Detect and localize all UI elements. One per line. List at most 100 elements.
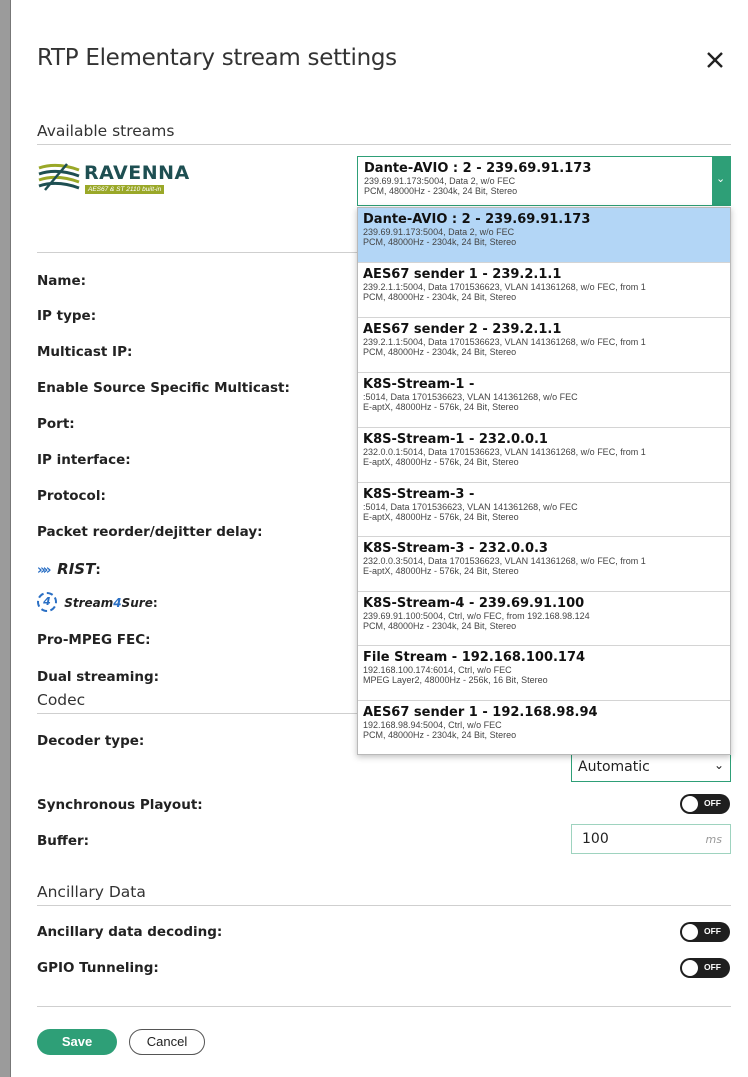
gpio-tunneling-toggle[interactable]: OFF — [680, 958, 730, 978]
stream-option[interactable]: AES67 sender 2 - 239.2.1.1 239.2.1.1:500… — [358, 318, 730, 373]
stream-option[interactable]: K8S-Stream-4 - 239.69.91.100 239.69.91.1… — [358, 592, 730, 646]
gpio-tunneling-label: GPIO Tunneling: — [37, 960, 159, 976]
ravenna-logo-badge: AES67 & ST 2110 built-in — [85, 185, 165, 194]
stream-option-line2: PCM, 48000Hz - 2304k, 24 Bit, Stereo — [363, 730, 517, 740]
stream4sure-logo: Stream4Sure — [64, 596, 153, 610]
stream-option-line2: PCM, 48000Hz - 2304k, 24 Bit, Stereo — [363, 292, 517, 302]
port-label: Port: — [37, 416, 75, 432]
stream4sure-logo-c: Sure — [121, 596, 153, 610]
rist-label-suffix: : — [95, 562, 101, 578]
codec-heading: Codec — [37, 691, 86, 709]
stream-option[interactable]: K8S-Stream-3 - :5014, Data 1701536623, V… — [358, 483, 730, 537]
protocol-label: Protocol: — [37, 488, 106, 504]
toggle-state: OFF — [704, 962, 721, 972]
stream-option[interactable]: AES67 sender 1 - 192.168.98.94 192.168.9… — [358, 701, 730, 754]
stream-option-title: K8S-Stream-3 - — [363, 487, 475, 502]
name-label: Name: — [37, 273, 87, 289]
stream-select-title: Dante-AVIO : 2 - 239.69.91.173 — [364, 161, 592, 176]
rist-label: »» RIST: — [37, 560, 101, 578]
chevron-down-icon: ⌄ — [716, 173, 726, 185]
stream-option-line1: 232.0.0.1:5014, Data 1701536623, VLAN 14… — [363, 447, 646, 457]
stream-option-line2: PCM, 48000Hz - 2304k, 24 Bit, Stereo — [363, 347, 517, 357]
stream-settings-dialog: RTP Elementary stream settings Available… — [10, 0, 748, 1077]
stream4sure-label-suffix: : — [152, 596, 158, 610]
chevron-down-icon: ⌄ — [713, 758, 724, 772]
toggle-state: OFF — [704, 926, 721, 936]
stream4sure-badge-icon: 4 — [37, 592, 57, 612]
save-button[interactable]: Save — [37, 1029, 117, 1055]
stream4sure-label: 4 Stream4Sure: — [37, 592, 158, 612]
ip-interface-label: IP interface: — [37, 452, 131, 468]
ancillary-decoding-toggle[interactable]: OFF — [680, 922, 730, 942]
stream-option-title: AES67 sender 2 - 239.2.1.1 — [363, 322, 562, 337]
stream-option[interactable]: K8S-Stream-3 - 232.0.0.3 232.0.0.3:5014,… — [358, 537, 730, 592]
ancillary-heading: Ancillary Data — [37, 883, 146, 901]
stream-option[interactable]: File Stream - 192.168.100.174 192.168.10… — [358, 646, 730, 701]
decoder-type-value: Automatic — [578, 759, 650, 775]
stream-option[interactable]: AES67 sender 1 - 239.2.1.1 239.2.1.1:500… — [358, 263, 730, 318]
stream-option-line1: 239.69.91.100:5004, Ctrl, w/o FEC, from … — [363, 611, 590, 621]
stream-select-line2: PCM, 48000Hz - 2304k, 24 Bit, Stereo — [364, 186, 518, 196]
buffer-unit: ms — [705, 833, 722, 846]
stream-option-title: K8S-Stream-3 - 232.0.0.3 — [363, 541, 548, 556]
ancillary-decoding-label: Ancillary data decoding: — [37, 924, 223, 940]
stream4sure-badge-text: 4 — [43, 595, 51, 608]
toggle-knob — [682, 796, 698, 812]
stream-option-line2: E-aptX, 48000Hz - 576k, 24 Bit, Stereo — [363, 566, 519, 576]
cancel-button[interactable]: Cancel — [129, 1029, 205, 1055]
stream4sure-logo-b: 4 — [113, 596, 122, 610]
stream-option-title: K8S-Stream-4 - 239.69.91.100 — [363, 596, 585, 611]
stream4sure-logo-a: Stream — [64, 596, 114, 610]
stream-option-title: Dante-AVIO : 2 - 239.69.91.173 — [363, 212, 591, 227]
multicast-ip-label: Multicast IP: — [37, 344, 133, 360]
pro-mpeg-fec-label: Pro-MPEG FEC: — [37, 632, 151, 648]
stream-option-title: AES67 sender 1 - 239.2.1.1 — [363, 267, 562, 282]
buffer-value: 100 — [582, 831, 609, 847]
stream-option-line1: 239.2.1.1:5004, Data 1701536623, VLAN 14… — [363, 282, 646, 292]
ravenna-logo-text: RAVENNA — [84, 162, 190, 184]
stream-dropdown-list[interactable]: Dante-AVIO : 2 - 239.69.91.173 239.69.91… — [357, 207, 731, 755]
stream-option-line2: PCM, 48000Hz - 2304k, 24 Bit, Stereo — [363, 621, 517, 631]
buffer-label: Buffer: — [37, 833, 90, 849]
ip-type-label: IP type: — [37, 308, 97, 324]
stream-option-line1: :5014, Data 1701536623, VLAN 141361268, … — [363, 502, 578, 512]
stream-option-line2: E-aptX, 48000Hz - 576k, 24 Bit, Stereo — [363, 402, 519, 412]
dual-streaming-label: Dual streaming: — [37, 669, 160, 685]
sync-playout-toggle[interactable]: OFF — [680, 794, 730, 814]
toggle-state: OFF — [704, 798, 721, 808]
stream-option-line1: 192.168.100.174:6014, Ctrl, w/o FEC — [363, 665, 512, 675]
stream-option-line1: 192.168.98.94:5004, Ctrl, w/o FEC — [363, 720, 502, 730]
stream-option-title: K8S-Stream-1 - — [363, 377, 475, 392]
buffer-input[interactable]: 100 ms — [571, 824, 731, 854]
divider — [37, 144, 731, 145]
divider — [37, 252, 357, 253]
stream-option-line1: :5014, Data 1701536623, VLAN 141361268, … — [363, 392, 578, 402]
sync-playout-label: Synchronous Playout: — [37, 797, 203, 813]
stream-option-line2: E-aptX, 48000Hz - 576k, 24 Bit, Stereo — [363, 457, 519, 467]
divider — [37, 1006, 731, 1007]
stream-option-line1: 239.69.91.173:5004, Data 2, w/o FEC — [363, 227, 515, 237]
stream-option-title: AES67 sender 1 - 192.168.98.94 — [363, 705, 598, 720]
stream-option-line1: 232.0.0.3:5014, Data 1701536623, VLAN 14… — [363, 556, 646, 566]
ravenna-logo: RAVENNA AES67 & ST 2110 built-in — [37, 160, 207, 198]
rist-logo: RIST — [57, 560, 96, 578]
dejitter-label: Packet reorder/dejitter delay: — [37, 524, 263, 540]
toggle-knob — [682, 924, 698, 940]
stream-select-toggle[interactable]: ⌄ — [712, 157, 730, 205]
stream-option[interactable]: K8S-Stream-1 - :5014, Data 1701536623, V… — [358, 373, 730, 428]
ravenna-swoosh-icon — [38, 163, 80, 191]
stream-select[interactable]: Dante-AVIO : 2 - 239.69.91.173 239.69.91… — [357, 156, 731, 206]
stream-option-title: K8S-Stream-1 - 232.0.0.1 — [363, 432, 548, 447]
divider — [37, 905, 731, 906]
available-streams-heading: Available streams — [37, 122, 175, 140]
stream-option[interactable]: K8S-Stream-1 - 232.0.0.1 232.0.0.1:5014,… — [358, 428, 730, 483]
decoder-type-label: Decoder type: — [37, 733, 145, 749]
dialog-title: RTP Elementary stream settings — [37, 45, 397, 71]
stream-select-line1: 239.69.91.173:5004, Data 2, w/o FEC — [364, 176, 516, 186]
stream-option[interactable]: Dante-AVIO : 2 - 239.69.91.173 239.69.91… — [358, 208, 730, 263]
stream-option-line1: 239.2.1.1:5004, Data 1701536623, VLAN 14… — [363, 337, 646, 347]
close-icon[interactable] — [702, 47, 728, 73]
stream-option-line2: MPEG Layer2, 48000Hz - 256k, 16 Bit, Ste… — [363, 675, 548, 685]
toggle-knob — [682, 960, 698, 976]
decoder-type-select[interactable]: Automatic ⌄ — [571, 755, 731, 782]
